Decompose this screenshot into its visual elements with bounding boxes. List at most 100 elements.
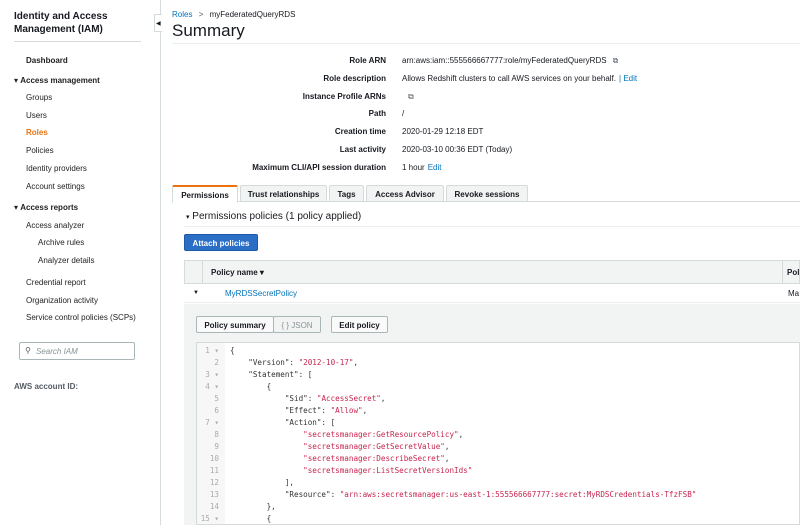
code-token: "secretsmanager:GetResourcePolicy" — [303, 430, 459, 439]
sidebar-item-users[interactable]: Users — [26, 111, 47, 120]
line-number: 4 ▾ — [205, 382, 219, 391]
line-number: 8 — [214, 430, 219, 439]
policy-name-link[interactable]: MyRDSSecretPolicy — [225, 289, 297, 298]
sidebar-item-dashboard[interactable]: Dashboard — [26, 56, 68, 65]
code-token: , — [444, 454, 450, 463]
code-token: "secretsmanager:GetSecretValue" — [303, 442, 445, 451]
breadcrumb-roles[interactable]: Roles — [172, 10, 192, 19]
value-text: 2020-01-29 12:18 EDT — [402, 127, 484, 137]
sidebar-item-service-control-policies-scps-[interactable]: Service control policies (SCPs) — [26, 313, 136, 322]
sidebar-item-access-analyzer[interactable]: Access analyzer — [26, 221, 84, 230]
code-line: "secretsmanager:ListSecretVersionIds" — [230, 466, 472, 478]
search-input[interactable]: ⚲ Search IAM — [19, 342, 135, 360]
code-line: "Effect": "Allow", — [230, 406, 367, 418]
code-token: ], — [230, 478, 295, 487]
code-token: { — [230, 346, 235, 355]
code-token: { — [230, 382, 272, 391]
column-policy-type[interactable]: Pol — [782, 261, 799, 283]
line-number: 14 — [209, 502, 219, 511]
json-button[interactable]: { } JSON — [273, 316, 321, 333]
summary-row: Last activity 2020-03-10 00:36 EDT (Today… — [172, 145, 800, 159]
line-number: 10 — [209, 454, 219, 463]
line-number: 9 — [214, 442, 219, 451]
sidebar-section-access-management[interactable]: ▾ Access management — [14, 76, 100, 85]
summary-value: 1 hour Edit — [402, 163, 441, 172]
sidebar-item-identity-providers[interactable]: Identity providers — [26, 164, 87, 173]
code-token: }, — [230, 502, 276, 511]
column-policy-name[interactable]: Policy name ▾ — [211, 268, 264, 277]
tab-revoke-sessions[interactable]: Revoke sessions — [446, 185, 528, 202]
summary-value: 2020-01-29 12:18 EDT — [402, 127, 483, 136]
divider — [172, 43, 800, 44]
copy-icon[interactable]: ⧉ — [613, 56, 619, 65]
policy-summary-button[interactable]: Policy summary — [196, 316, 274, 333]
attach-policies-button[interactable]: Attach policies — [184, 234, 258, 251]
sidebar-item-groups[interactable]: Groups — [26, 93, 52, 102]
collapse-sidebar-button[interactable]: ◀ — [154, 14, 162, 32]
account-id-label: AWS account ID: — [14, 382, 79, 391]
summary-row: Role ARN arn:aws:iam::555566667777:role/m… — [172, 56, 800, 70]
code-token: "Resource": — [230, 490, 340, 499]
code-line: "secretsmanager:DescribeSecret", — [230, 454, 449, 466]
sidebar-item-analyzer-details[interactable]: Analyzer details — [38, 256, 94, 265]
code-token: "secretsmanager:DescribeSecret" — [303, 454, 445, 463]
value-text: / — [402, 109, 405, 119]
expand-row-icon[interactable]: ▼ — [193, 290, 199, 296]
line-number: 6 — [214, 406, 219, 415]
code-token: "2012-10-17" — [298, 358, 354, 367]
summary-value: / — [402, 109, 404, 118]
sidebar: Identity and Access Management (IAM) Das… — [0, 0, 161, 525]
edit-link[interactable]: | Edit — [619, 74, 637, 83]
tab-tags[interactable]: Tags — [329, 185, 364, 202]
tab-bar: Permissions Trust relationships Tags Access… — [172, 184, 800, 203]
code-token: "Statement": [ — [230, 370, 313, 379]
policy-detail-panel: Policy summary { } JSON Edit policy 1 ▾ {… — [184, 304, 800, 525]
sidebar-item-credential-report[interactable]: Credential report — [26, 278, 86, 287]
line-number: 2 — [214, 358, 219, 367]
code-line: }, — [230, 502, 276, 514]
code-token: , — [362, 406, 368, 415]
summary-label: Creation time — [334, 127, 386, 137]
caret-down-icon: ▾ — [14, 76, 19, 85]
caret-down-icon: ▾ — [186, 214, 190, 221]
line-number: 13 — [209, 490, 219, 499]
code-token: "Action": [ — [230, 418, 336, 427]
sidebar-title: Identity and Access Management (IAM) — [14, 11, 108, 35]
code-token: , — [444, 442, 450, 451]
permissions-policies-heading[interactable]: ▾ Permissions policies (1 policy applied… — [186, 211, 361, 222]
code-line: "Resource": "arn:aws:secretsmanager:us-e… — [230, 490, 696, 502]
json-editor[interactable]: 1 ▾ {2 "Version": "2012-10-17", 3 ▾ "State… — [196, 342, 800, 525]
summary-row: Creation time 2020-01-29 12:18 EDT — [172, 127, 800, 141]
edit-link[interactable]: Edit — [428, 163, 442, 172]
code-line: { — [230, 346, 235, 358]
breadcrumb: Roles > myFederatedQueryRDS — [172, 10, 295, 19]
summary-label: Role description — [323, 73, 386, 83]
sidebar-item-roles[interactable]: Roles — [26, 128, 48, 137]
search-icon: ⚲ — [25, 346, 31, 355]
sidebar-item-policies[interactable]: Policies — [26, 146, 54, 155]
sidebar-item-archive-rules[interactable]: Archive rules — [38, 238, 84, 247]
breadcrumb-current: myFederatedQueryRDS — [209, 10, 296, 19]
code-token: , — [353, 358, 359, 367]
header-select-column — [185, 261, 203, 283]
sidebar-item-account-settings[interactable]: Account settings — [26, 182, 85, 191]
code-token: "Effect": — [230, 406, 331, 415]
sidebar-item-organization-activity[interactable]: Organization activity — [26, 296, 98, 305]
tab-trust-relationships[interactable]: Trust relationships — [240, 185, 327, 202]
sidebar-section-access-reports[interactable]: ▾ Access reports — [14, 203, 78, 212]
summary-row: Role description Allows Redshift clusters… — [172, 74, 800, 88]
code-line: "Action": [ — [230, 418, 335, 430]
summary-label: Maximum CLI/API session duration — [252, 162, 386, 172]
tab-access-advisor[interactable]: Access Advisor — [366, 185, 444, 202]
code-token: , — [380, 394, 386, 403]
code-token: "secretsmanager:ListSecretVersionIds" — [303, 466, 473, 475]
code-line: "Sid": "AccessSecret", — [230, 394, 386, 406]
edit-policy-button[interactable]: Edit policy — [331, 316, 388, 333]
line-number: 12 — [209, 478, 219, 487]
code-line: ], — [230, 478, 294, 490]
tab-permissions[interactable]: Permissions — [172, 185, 238, 203]
copy-icon[interactable]: ⧉ — [408, 92, 414, 101]
value-text: Allows Redshift clusters to call AWS ser… — [402, 73, 617, 83]
